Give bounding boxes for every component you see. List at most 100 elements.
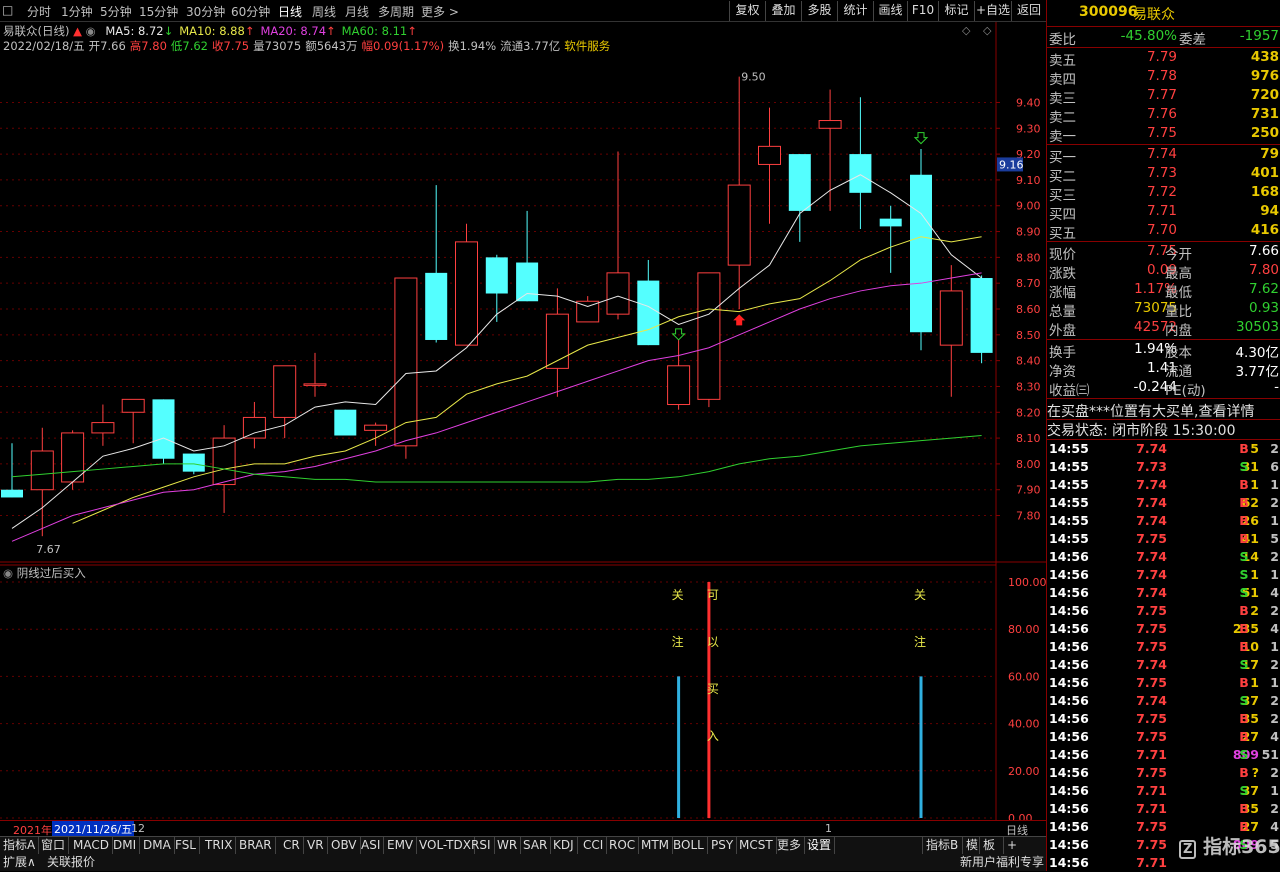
asks-label: 卖一 <box>1049 129 1076 145</box>
red-up-arrow-icon <box>733 314 746 326</box>
bids-label: 买一 <box>1049 150 1076 166</box>
bids-label: 买三 <box>1049 188 1076 204</box>
indicator-tab-10[interactable]: OBV <box>328 837 361 855</box>
tick-time: 14:56 <box>1049 765 1089 780</box>
candle-body-up[interactable] <box>394 277 418 447</box>
candle-body-up[interactable] <box>667 365 691 406</box>
tick-list[interactable]: 14:55 7.74 5 B 2 14:55 7.73 31 S 6 14:55 7.74 1 B 1 14:… <box>1047 440 1280 871</box>
candle-body-down[interactable] <box>182 453 205 472</box>
tick-count: 1 <box>1270 783 1279 798</box>
indicator-tab-17[interactable]: KDJ <box>550 837 578 855</box>
tick-row: 14:55 7.74 62 B 2 <box>1047 494 1280 512</box>
tick-row: 14:55 7.74 26 B 1 <box>1047 512 1280 530</box>
candle-body-up[interactable] <box>242 416 266 439</box>
tick-price: 7.71 <box>1136 747 1167 762</box>
candle-body-down[interactable] <box>910 174 932 333</box>
indicator-tab-0[interactable]: 指标A <box>0 837 40 855</box>
tick-count: 2 <box>1270 693 1279 708</box>
new-user-benefit-link[interactable]: 新用户福利专享 <box>957 854 1047 872</box>
indicator-tab-9[interactable]: VR <box>304 837 328 855</box>
candle-body-down[interactable] <box>637 280 660 346</box>
indicator-tab-12[interactable]: EMV <box>384 837 418 855</box>
indicator-tab-25[interactable]: 设置 <box>804 837 836 855</box>
indicator-tab-6[interactable]: TRIX <box>202 837 237 855</box>
indicator-tab-19[interactable]: ROC <box>606 837 640 855</box>
logo-icon: Z <box>1179 840 1197 859</box>
candle-body-up[interactable] <box>758 145 781 165</box>
indicator-tab-24[interactable]: 更多 <box>774 837 806 855</box>
candle-body-up[interactable] <box>576 300 600 323</box>
indicator-tab-21[interactable]: BOLL <box>670 837 708 855</box>
indicator-tab-5[interactable]: FSL <box>172 837 200 855</box>
indicator-tab-13[interactable]: VOL-TDX <box>416 837 475 855</box>
indicator-tab-18[interactable]: CCI <box>580 837 608 855</box>
tick-time: 14:56 <box>1049 783 1089 798</box>
indicator-tab-4[interactable]: DMA <box>140 837 175 855</box>
indicator-tab-22[interactable]: PSY <box>708 837 738 855</box>
stat2-value: 3.77亿 <box>1235 364 1279 380</box>
candle-body-up[interactable] <box>273 365 297 418</box>
bids-row: 买三 7.72 168 <box>1047 184 1280 204</box>
indicator-b-tab-0[interactable]: 指标B <box>922 837 961 855</box>
indicator-tab-16[interactable]: SAR <box>520 837 552 855</box>
candle-body-up[interactable] <box>212 437 236 486</box>
candle-body-up[interactable] <box>61 432 85 483</box>
candle-body-up[interactable] <box>455 241 478 346</box>
candle-body-up[interactable] <box>727 184 751 266</box>
tick-count: 5 <box>1270 531 1279 546</box>
candle-body-down[interactable] <box>879 218 902 227</box>
indicator-tab-14[interactable]: RSI <box>468 837 495 855</box>
candle-body-up[interactable] <box>939 290 963 346</box>
indicator-y-label: 60.00 <box>1008 670 1040 683</box>
indicator-tab-11[interactable]: ASI <box>358 837 385 855</box>
candle-body-up[interactable] <box>30 450 54 491</box>
indicator-tab-7[interactable]: BRAR <box>236 837 276 855</box>
big-order-notice[interactable]: 在买盘***位置有大买单,查看详情 <box>1047 401 1280 420</box>
stock-code: 300096 <box>1079 4 1138 20</box>
indicator-tab-1[interactable]: 窗口 <box>38 837 70 855</box>
indicator-tab-15[interactable]: WR <box>494 837 522 855</box>
indicator-tab-20[interactable]: MTM <box>638 837 674 855</box>
candle-body-up[interactable] <box>303 383 327 386</box>
indicator-tab-2[interactable]: MACD <box>70 837 113 855</box>
kline-chart[interactable]: 9.409.309.209.109.008.908.808.708.608.50… <box>0 0 1046 820</box>
candle-body-up[interactable] <box>606 272 630 315</box>
candle-body-down[interactable] <box>425 272 448 340</box>
candle-body-up[interactable] <box>364 424 388 431</box>
candle-body-down[interactable] <box>970 278 993 353</box>
stat-label: 涨幅 <box>1049 285 1076 301</box>
indicator-b-tab-2[interactable]: 板 <box>979 837 998 855</box>
candle-body-up[interactable] <box>91 422 115 434</box>
candle-body-up[interactable] <box>818 120 842 129</box>
indicator-settings-icon[interactable]: ◉ <box>3 566 17 580</box>
indicator-y-label: 100.00 <box>1008 576 1046 589</box>
tick-row: 14:55 7.75 41 B 5 <box>1047 530 1280 548</box>
indicator-tab-23[interactable]: MCST <box>736 837 777 855</box>
signal-text: 入 <box>707 729 719 743</box>
candle-body-down[interactable] <box>516 262 539 302</box>
candle-body-up[interactable] <box>697 272 721 400</box>
candle-body-up[interactable] <box>121 398 145 413</box>
tick-count: 1 <box>1270 675 1279 690</box>
candle-body-down[interactable] <box>849 154 872 193</box>
bids-price: 7.72 <box>1146 184 1177 200</box>
candle-body-down[interactable] <box>1 489 23 498</box>
candle-body-down[interactable] <box>485 257 508 294</box>
candle-body-down[interactable] <box>334 409 357 436</box>
indicator-tab-3[interactable]: DMI <box>110 837 141 855</box>
indicator-tab-8[interactable]: CR <box>280 837 304 855</box>
bids-row: 买二 7.73 401 <box>1047 165 1280 185</box>
stat-value: 7.62 <box>1248 281 1279 297</box>
asks-label: 卖三 <box>1049 91 1076 107</box>
related-quotes-button[interactable]: 关联报价 <box>44 854 98 872</box>
candle-body-down[interactable] <box>788 154 811 211</box>
candle-body-down[interactable] <box>152 399 175 459</box>
y-tick-label: 7.80 <box>1016 510 1041 523</box>
tick-price: 7.75 <box>1136 603 1167 618</box>
signal-text: 可 <box>707 588 719 602</box>
indicator-y-label: 80.00 <box>1008 623 1040 636</box>
indicator-b-tab-3[interactable]: + <box>1003 837 1020 855</box>
tick-side: S <box>1239 747 1249 762</box>
tick-count: 1 <box>1270 477 1279 492</box>
expand-button[interactable]: 扩展∧ <box>0 854 39 872</box>
